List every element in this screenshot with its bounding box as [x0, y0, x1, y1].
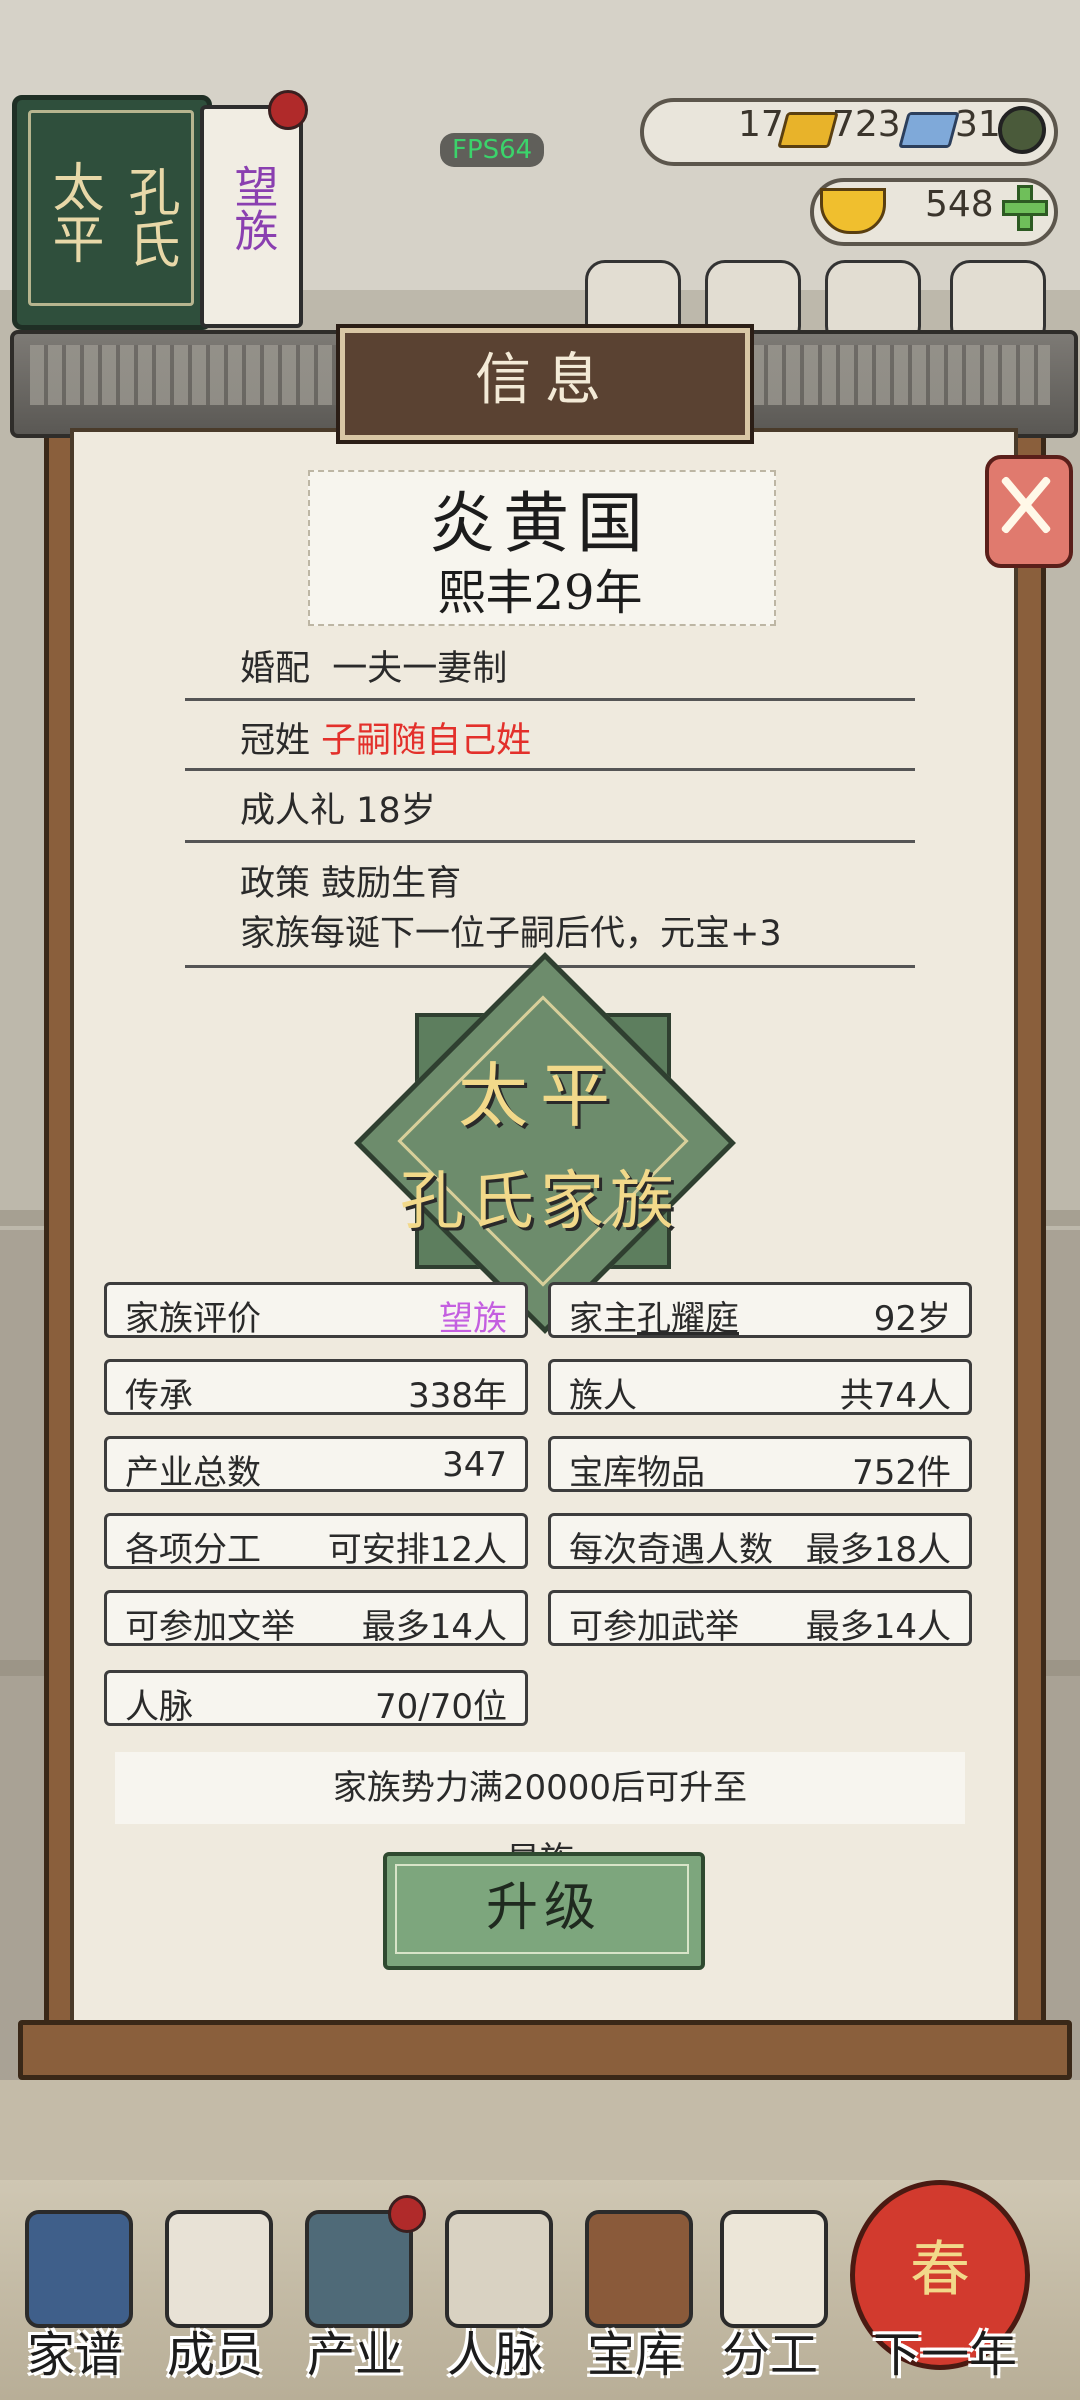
dialog-title: 信息: [475, 348, 615, 413]
book-title-left: 太平: [43, 160, 103, 264]
stat-military-exam: 可参加武举 最多14人: [548, 1590, 972, 1647]
rank-tag: 望族: [200, 105, 303, 328]
rule-policy: 政策 鼓励生育: [240, 855, 461, 906]
genealogy-icon: [25, 2210, 133, 2328]
country-name: 炎黄国: [429, 485, 651, 562]
rule-value: 子嗣随自己姓: [321, 721, 532, 761]
connections-icon: [445, 2210, 553, 2328]
divider: [185, 768, 915, 771]
coin-icon: [998, 106, 1046, 154]
stat-heritage: 传承 338年: [104, 1359, 528, 1416]
stat-value: 70/70位: [375, 1687, 507, 1727]
stat-label: 族人: [569, 1376, 637, 1416]
rule-label: 成人礼: [240, 791, 346, 831]
stat-value: 望族: [439, 1299, 507, 1339]
nav-label: 宝库: [586, 2327, 683, 2383]
rule-value: 一夫一妻制: [332, 649, 508, 689]
notification-dot: [388, 2195, 426, 2233]
members-icon: [165, 2210, 273, 2328]
nav-item-assignments[interactable]: 分工: [710, 2210, 830, 2383]
stat-value: 347: [442, 1445, 507, 1485]
emblem-line1: 太平: [458, 1055, 622, 1137]
stat-family-rating: 家族评价 望族: [104, 1282, 528, 1339]
policy-description: 家族每诞下一位子嗣后代，元宝+3: [240, 914, 782, 954]
stat-encounter-count: 每次奇遇人数 最多18人: [548, 1513, 972, 1570]
stat-label: 各项分工: [125, 1530, 261, 1570]
nav-label: 人脉: [446, 2327, 543, 2383]
rule-coming-of-age: 成人礼 18岁: [240, 782, 436, 833]
divider: [185, 698, 915, 701]
stat-label-text: 家主: [569, 1299, 637, 1339]
stat-label: 家主孔耀庭: [569, 1291, 739, 1340]
nav-item-connections[interactable]: 人脉: [435, 2210, 555, 2383]
close-icon[interactable]: [1000, 470, 1050, 540]
nav-label: 产业: [306, 2327, 403, 2383]
nav-label: 家谱: [26, 2327, 123, 2383]
stat-treasury-items: 宝库物品 752件: [548, 1436, 972, 1493]
stat-family-head[interactable]: 家主孔耀庭 92岁: [548, 1282, 972, 1340]
nav-item-genealogy[interactable]: 家谱: [15, 2210, 135, 2383]
nav-item-industry[interactable]: 产业: [295, 2210, 415, 2383]
silver-bar-count: 723: [832, 104, 901, 145]
stat-assignments: 各项分工 可安排12人: [104, 1513, 528, 1570]
assignments-icon: [720, 2210, 828, 2328]
rule-surname: 冠姓 子嗣随自己姓: [240, 712, 531, 763]
stat-value: 共74人: [839, 1376, 951, 1416]
rule-value: 鼓励生育: [321, 864, 462, 904]
silver-bar-icon: [898, 112, 960, 148]
nav-item-members[interactable]: 成员: [155, 2210, 275, 2383]
family-head-name[interactable]: 孔耀庭: [637, 1299, 739, 1339]
treasury-icon: [585, 2210, 693, 2328]
stat-label: 家族评价: [125, 1299, 261, 1339]
stat-value: 最多14人: [805, 1607, 951, 1647]
notice-prefix: 家族势力满20000后可升至: [332, 1768, 748, 1808]
stat-label: 产业总数: [125, 1453, 261, 1493]
panel-base: [18, 2020, 1072, 2080]
book-title-right: 孔氏: [119, 165, 179, 269]
stat-connections: 人脉 70/70位: [104, 1670, 528, 1727]
ingot-count: 548: [925, 184, 994, 225]
notification-dot: [268, 90, 308, 130]
nav-label: 分工: [721, 2327, 818, 2383]
stat-label: 人脉: [125, 1687, 193, 1727]
stat-value: 可安排12人: [327, 1530, 507, 1570]
nav-label: 下一年: [872, 2327, 1017, 2383]
rule-label: 婚配: [240, 649, 311, 689]
upgrade-notice: 家族势力满20000后可升至显族[当前21680]: [115, 1752, 965, 1952]
rule-label: 冠姓: [240, 721, 311, 761]
nav-item-next-year[interactable]: 下一年: [860, 2210, 1020, 2383]
gold-bar-count: 17: [738, 104, 784, 145]
emblem-line2: 孔氏家族: [400, 1165, 680, 1239]
fps-counter: FPS64: [440, 133, 545, 167]
stat-industries: 产业总数 347: [104, 1436, 528, 1493]
stat-clansmen: 族人 共74人: [548, 1359, 972, 1416]
rule-marriage: 婚配 一夫一妻制: [240, 640, 507, 691]
coin-count: 31: [955, 104, 1001, 145]
stat-label: 宝库物品: [569, 1453, 705, 1493]
nav-item-treasury[interactable]: 宝库: [575, 2210, 695, 2383]
stat-value: 最多14人: [361, 1607, 507, 1647]
rule-label: 政策: [240, 864, 311, 904]
stat-civil-exam: 可参加文举 最多14人: [104, 1590, 528, 1647]
rank-tag-label: 望族: [226, 164, 278, 252]
stat-label: 可参加文举: [125, 1607, 295, 1647]
stat-label: 每次奇遇人数: [569, 1530, 773, 1570]
stat-label: 可参加武举: [569, 1607, 739, 1647]
stat-value: 92岁: [873, 1299, 951, 1339]
nav-label: 成员: [166, 2327, 263, 2383]
divider: [185, 840, 915, 843]
gold-bar-icon: [777, 112, 839, 148]
rule-value: 18岁: [356, 791, 436, 831]
stat-value: 752件: [852, 1453, 951, 1493]
stat-label: 传承: [125, 1376, 193, 1416]
era-year: 熙丰29年: [437, 565, 643, 621]
stat-value: 最多18人: [805, 1530, 951, 1570]
stat-value: 338年: [408, 1376, 507, 1416]
dialog-title-plaque: 信息: [340, 328, 750, 440]
upgrade-button-border: [395, 1864, 689, 1954]
add-ingot-icon[interactable]: [1000, 183, 1050, 233]
